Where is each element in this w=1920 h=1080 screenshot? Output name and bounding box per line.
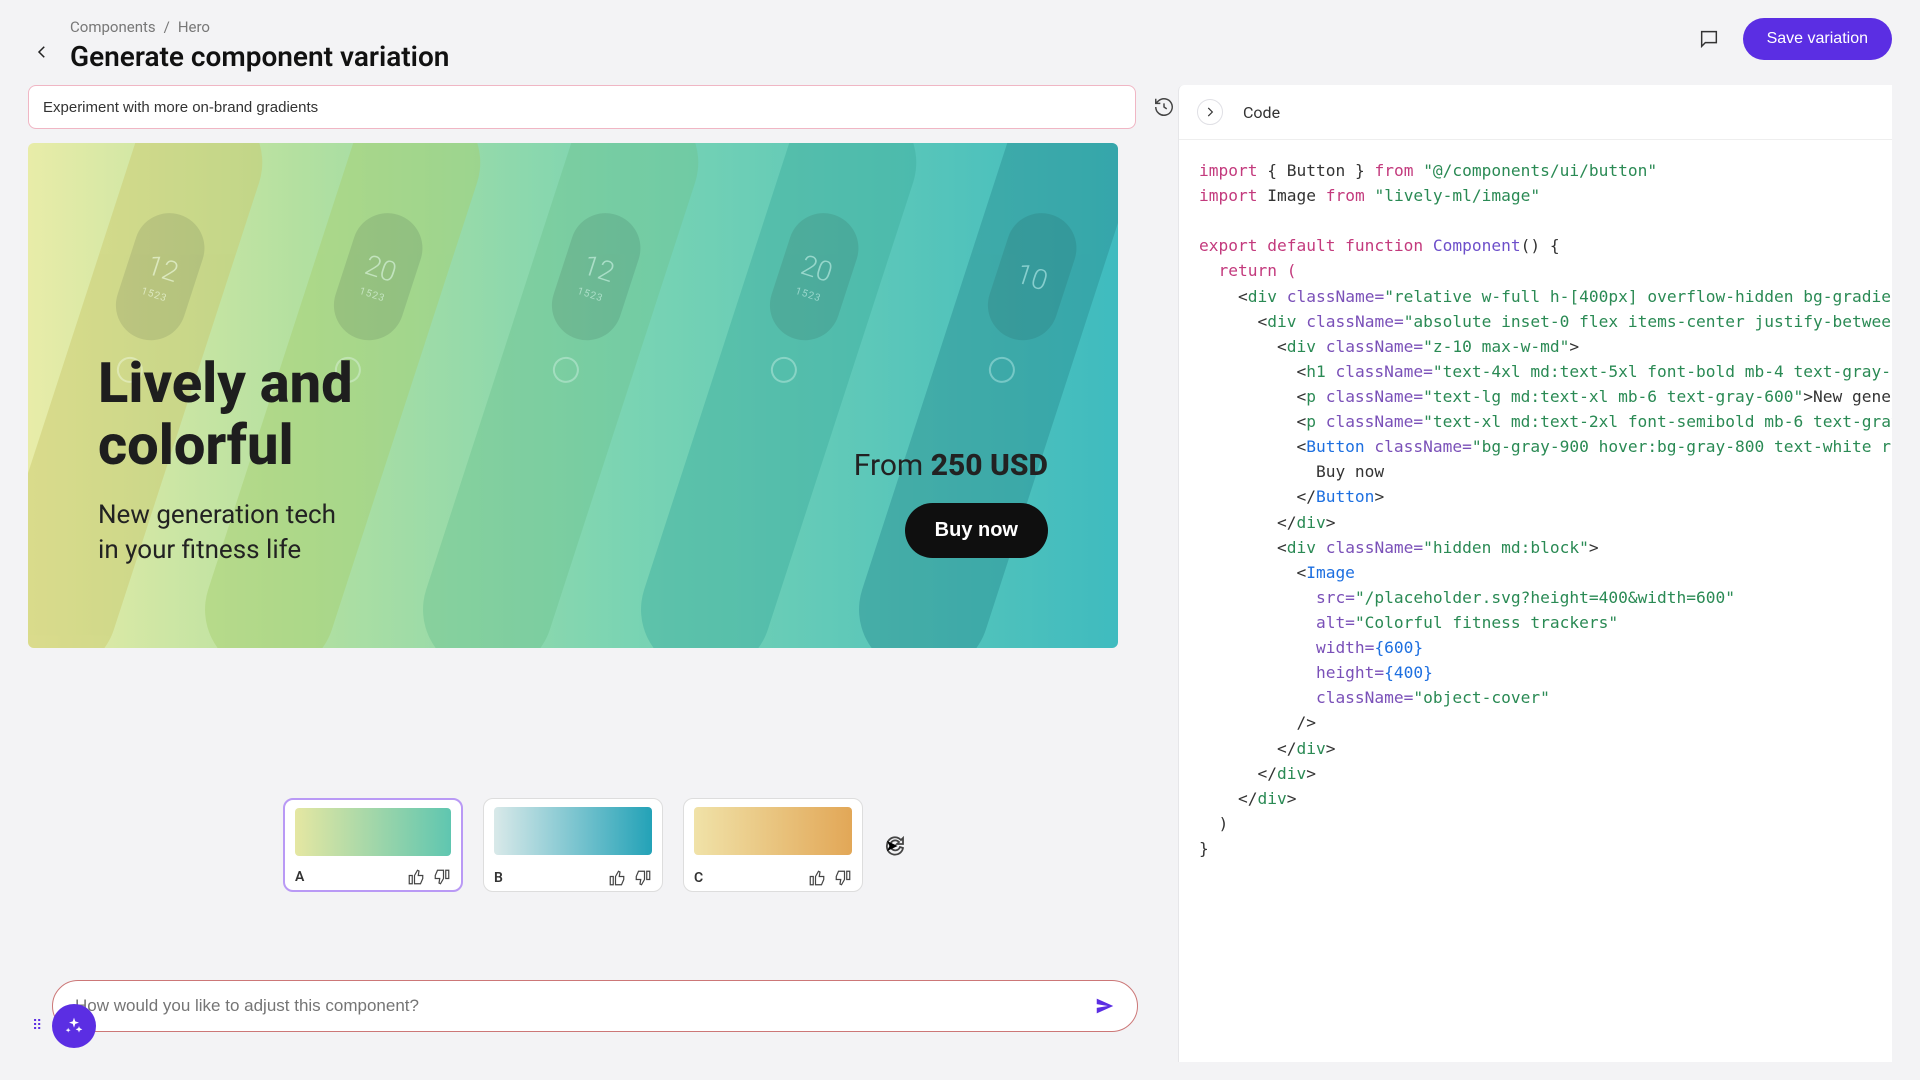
send-icon[interactable] [1091,992,1119,1020]
sparkle-fab-button[interactable] [52,1004,96,1048]
breadcrumb-components[interactable]: Components [70,18,156,36]
adjust-input[interactable] [75,996,1091,1016]
topbar: Components / Hero Generate component var… [28,18,1892,73]
hero-title: Lively andcolorful [98,353,353,476]
regenerate-icon[interactable] [883,833,907,857]
code-panel: Code import { Button } from "@/component… [1178,85,1892,1062]
band-time: 20 [361,248,401,289]
variation-prompt-input[interactable] [28,85,1136,129]
variation-thumbnails: A B C [28,798,1178,892]
buy-now-button[interactable]: Buy now [905,503,1048,558]
breadcrumb-hero[interactable]: Hero [178,18,210,36]
variation-thumb-c[interactable]: C [683,798,863,892]
thumbs-down-icon[interactable] [834,869,852,887]
thumbs-down-icon[interactable] [433,868,451,886]
hero-subtitle: New generation techin your fitness life [98,498,353,568]
band-time: 12 [579,248,619,289]
drag-handle-icon[interactable]: ⠿ [32,1018,44,1034]
band-time: 20 [797,248,837,289]
save-variation-button[interactable]: Save variation [1743,18,1892,60]
thumbs-up-icon[interactable] [407,868,425,886]
thumbs-down-icon[interactable] [634,869,652,887]
comment-icon[interactable] [1691,21,1727,57]
page-title: Generate component variation [70,40,449,73]
variation-thumb-b[interactable]: B [483,798,663,892]
back-button[interactable] [28,38,56,66]
thumb-label: C [694,870,703,886]
band-time: 10 [1012,256,1052,297]
adjust-prompt-row [52,980,1138,1032]
breadcrumb-sep: / [164,18,170,36]
thumbs-up-icon[interactable] [608,869,626,887]
thumb-label: A [295,869,304,885]
component-preview: 121523 201523 121523 201523 10 Lively an… [28,143,1118,648]
variation-thumb-a[interactable]: A [283,798,463,892]
assistant-fab: ⠿ [32,1004,96,1048]
band-time: 12 [143,248,183,289]
code-body[interactable]: import { Button } from "@/components/ui/… [1179,140,1892,879]
code-panel-label: Code [1243,103,1280,122]
thumbs-up-icon[interactable] [808,869,826,887]
thumb-label: B [494,870,503,886]
hero-price: From 250 USD [854,448,1048,483]
collapse-code-icon[interactable] [1197,99,1223,125]
history-icon[interactable] [1150,93,1178,121]
breadcrumb: Components / Hero [70,18,449,36]
